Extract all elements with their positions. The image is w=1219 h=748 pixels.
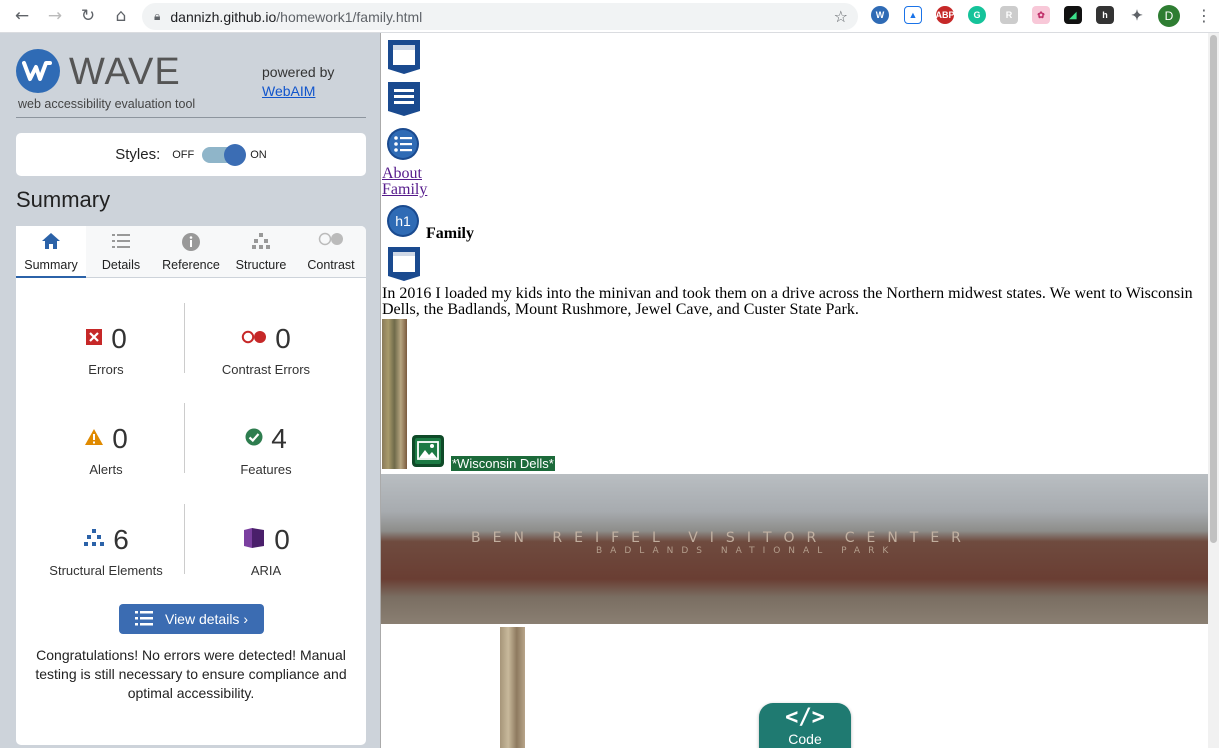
stat-aria[interactable]: 0 ARIA [186, 523, 346, 578]
wave-sidebar: WAVE web accessibility evaluation tool p… [0, 33, 380, 748]
feature-icon [245, 428, 263, 451]
aria-label: ARIA [250, 563, 282, 578]
alert-icon [84, 428, 104, 451]
alt-text-label: *Wisconsin Dells* [451, 456, 555, 471]
url-text[interactable]: dannizh.github.io/homework1/family.html [170, 9, 422, 25]
sign-text: BEN REIFEL VISITOR CENTER [471, 530, 973, 546]
contrast-error-icon [241, 330, 267, 349]
errors-count: 0 [111, 323, 127, 354]
alerts-count: 0 [112, 423, 128, 454]
wave-extension-icon[interactable]: W [871, 6, 889, 24]
wisconsin-dells-photo [382, 319, 407, 469]
styles-off-label: OFF [172, 148, 195, 161]
powered-by-label: powered by [262, 64, 335, 80]
badlands-photo: BEN REIFEL VISITOR CENTER BADLANDS NATIO… [381, 474, 1208, 624]
hierarchy-icon [226, 226, 296, 252]
page-heading: Family [426, 225, 474, 242]
stat-structural-elements[interactable]: 6 Structural Elements [26, 523, 186, 578]
structure-icon [83, 528, 105, 553]
features-label: Features [240, 462, 292, 477]
view-details-label: View details › [164, 611, 248, 627]
tab-structure[interactable]: Structure [226, 226, 296, 278]
alerts-label: Alerts [89, 462, 123, 477]
navigation-region-icon[interactable] [386, 81, 422, 122]
tab-summary[interactable]: Summary [16, 226, 86, 278]
divider [16, 117, 366, 118]
extension-triangle-icon[interactable]: ▲ [904, 6, 922, 24]
extension-dark-icon[interactable]: ◢ [1064, 6, 1082, 24]
scrollbar-thumb[interactable] [1210, 35, 1217, 543]
aria-icon [242, 527, 266, 554]
stat-errors[interactable]: 0 Errors [26, 322, 186, 377]
stat-contrast-errors[interactable]: 0 Contrast Errors [186, 322, 346, 377]
third-photo [500, 627, 525, 748]
styles-label: Styles: [115, 146, 161, 163]
intro-paragraph: In 2016 I loaded my kids into the miniva… [382, 285, 1193, 318]
unordered-list-icon[interactable] [386, 127, 420, 166]
styles-toggle-box: Styles: OFF ON [16, 133, 366, 176]
tab-details[interactable]: Details [86, 226, 156, 278]
error-icon [85, 328, 103, 351]
home-icon[interactable]: ⌂ [110, 5, 132, 27]
page-scrollbar[interactable] [1208, 33, 1219, 748]
tab-bar: Summary Details Reference Structure Cont… [16, 226, 366, 278]
back-icon[interactable]: ← [11, 5, 33, 27]
bookmark-star-icon[interactable]: ☆ [834, 7, 848, 26]
extension-h-icon[interactable]: h [1096, 6, 1114, 24]
info-icon [156, 226, 226, 252]
image-alt-feature-icon[interactable] [412, 435, 444, 472]
h1-icon[interactable]: h1 [386, 204, 420, 243]
profile-avatar[interactable]: D [1158, 5, 1180, 27]
page-content: About Family h1 Family In 2016 I loaded … [380, 33, 1208, 748]
summary-heading: Summary [16, 187, 111, 212]
sign-subtext: BADLANDS NATIONAL PARK [596, 546, 897, 556]
list-icon [86, 226, 156, 252]
contrast-icon [296, 226, 366, 252]
styles-on-label: ON [250, 148, 267, 161]
tab-contrast[interactable]: Contrast [296, 226, 366, 278]
reload-icon[interactable]: ↻ [77, 5, 99, 27]
image-alt-feature-icon[interactable] [386, 743, 418, 748]
browser-toolbar: ← → ↻ ⌂ 🔒︎ dannizh.github.io/homework1/f… [0, 0, 1219, 33]
puzzle-extensions-icon[interactable]: ✦ [1128, 6, 1146, 24]
wave-title: WAVE [69, 51, 181, 93]
extension-r-icon[interactable]: R [1000, 6, 1018, 24]
grammarly-icon[interactable]: G [968, 6, 986, 24]
header-region-icon[interactable] [386, 39, 422, 80]
code-toggle-button[interactable]: </> Code [759, 703, 851, 748]
list-icon [134, 610, 153, 629]
structural-elements-label: Structural Elements [49, 563, 163, 578]
wave-subtitle: web accessibility evaluation tool [18, 97, 196, 111]
main-region-icon[interactable] [386, 246, 422, 287]
tab-reference[interactable]: Reference [156, 226, 226, 278]
styles-toggle[interactable] [202, 143, 247, 166]
aria-count: 0 [274, 524, 290, 555]
svg-text:h1: h1 [395, 213, 411, 229]
extension-pink-icon[interactable]: ✿ [1032, 6, 1050, 24]
stat-alerts[interactable]: 0 Alerts [26, 422, 186, 477]
toggle-knob [224, 143, 247, 166]
features-count: 4 [271, 423, 287, 454]
summary-panel: Summary Details Reference Structure Cont… [16, 226, 366, 745]
code-label: Code [788, 731, 822, 747]
nav-link-family[interactable]: Family [382, 181, 427, 199]
adblock-icon[interactable]: ABP [936, 6, 955, 24]
stat-features[interactable]: 4 Features [186, 422, 346, 477]
image-alt-feature-icon[interactable] [531, 743, 563, 748]
view-details-button[interactable]: View details › [119, 604, 264, 634]
lock-icon: 🔒︎ [154, 9, 161, 23]
forward-icon[interactable]: → [44, 5, 66, 27]
wave-logo-icon [16, 49, 60, 93]
congrats-message: Congratulations! No errors were detected… [35, 647, 347, 701]
contrast-errors-label: Contrast Errors [221, 362, 311, 377]
webaim-link[interactable]: WebAIM [262, 83, 315, 99]
structural-elements-count: 6 [113, 524, 129, 555]
menu-kebab-icon[interactable]: ⋮ [1196, 6, 1212, 25]
code-icon: </> [785, 705, 825, 730]
home-icon [16, 226, 86, 252]
errors-label: Errors [88, 362, 124, 377]
address-bar[interactable]: 🔒︎ dannizh.github.io/homework1/family.ht… [142, 3, 858, 30]
contrast-errors-count: 0 [275, 323, 291, 354]
